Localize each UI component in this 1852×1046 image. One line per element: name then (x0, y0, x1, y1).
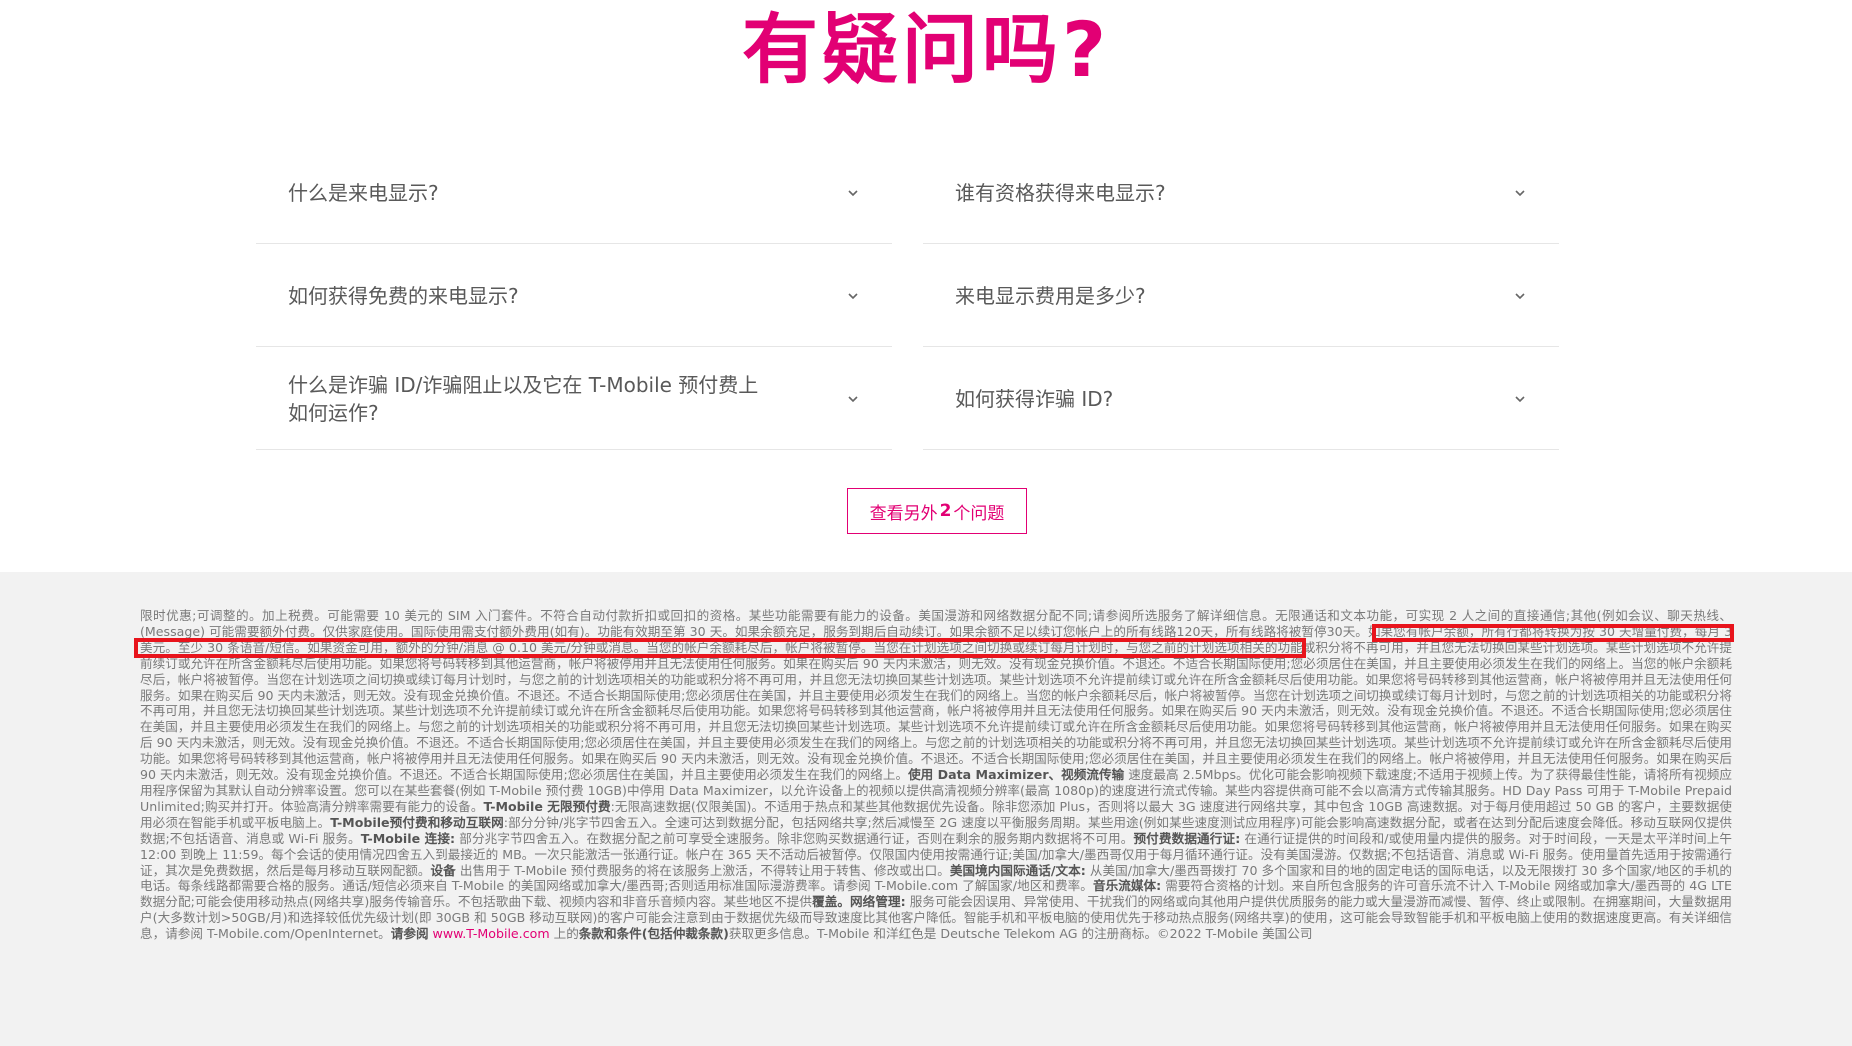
chevron-down-icon (846, 289, 860, 303)
faq-item-how-to-get-free[interactable]: 如何获得免费的来电显示? (256, 245, 892, 347)
faq-question: 如何获得免费的来电显示? (288, 283, 519, 308)
chevron-down-icon (1513, 289, 1527, 303)
more-button-prefix: 查看另外 (869, 503, 938, 524)
view-more-questions-button[interactable]: 查看另外 2 个问题 (847, 488, 1027, 534)
chevron-down-icon (846, 392, 860, 406)
more-button-count: 2 (939, 501, 952, 521)
faq-item-cost[interactable]: 来电显示费用是多少? (923, 245, 1559, 347)
faq-question: 如何获得诈骗 ID? (955, 386, 1114, 411)
tmobile-link[interactable]: www.T-Mobile.com (433, 926, 550, 941)
faq-item-who-is-eligible[interactable]: 谁有资格获得来电显示? (923, 142, 1559, 244)
faq-question: 什么是来电显示? (288, 180, 439, 205)
faq-question: 谁有资格获得来电显示? (955, 180, 1166, 205)
faq-section: 有疑问吗? 什么是来电显示? 谁有资格获得来电显示? 如何获得免费的来电显示? … (0, 0, 1852, 572)
legal-text: 限时优惠;可调整的。加上税费。可能需要 10 美元的 SIM 入门套件。不符合自… (140, 608, 1733, 942)
faq-item-what-is-caller-id[interactable]: 什么是来电显示? (256, 142, 892, 244)
chevron-down-icon (1513, 392, 1527, 406)
faq-question: 什么是诈骗 ID/诈骗阻止以及它在 T-Mobile 预付费上如何运作? (288, 372, 759, 425)
faq-question: 来电显示费用是多少? (955, 283, 1146, 308)
faq-item-get-scam-id[interactable]: 如何获得诈骗 ID? (923, 348, 1559, 450)
faq-title: 有疑问吗? (741, 5, 1111, 94)
more-button-suffix: 个问题 (953, 503, 1005, 524)
legal-disclaimer: 限时优惠;可调整的。加上税费。可能需要 10 美元的 SIM 入门套件。不符合自… (0, 572, 1852, 1046)
chevron-down-icon (1513, 186, 1527, 200)
faq-item-scam-id-block[interactable]: 什么是诈骗 ID/诈骗阻止以及它在 T-Mobile 预付费上如何运作? (256, 348, 892, 450)
chevron-down-icon (846, 186, 860, 200)
